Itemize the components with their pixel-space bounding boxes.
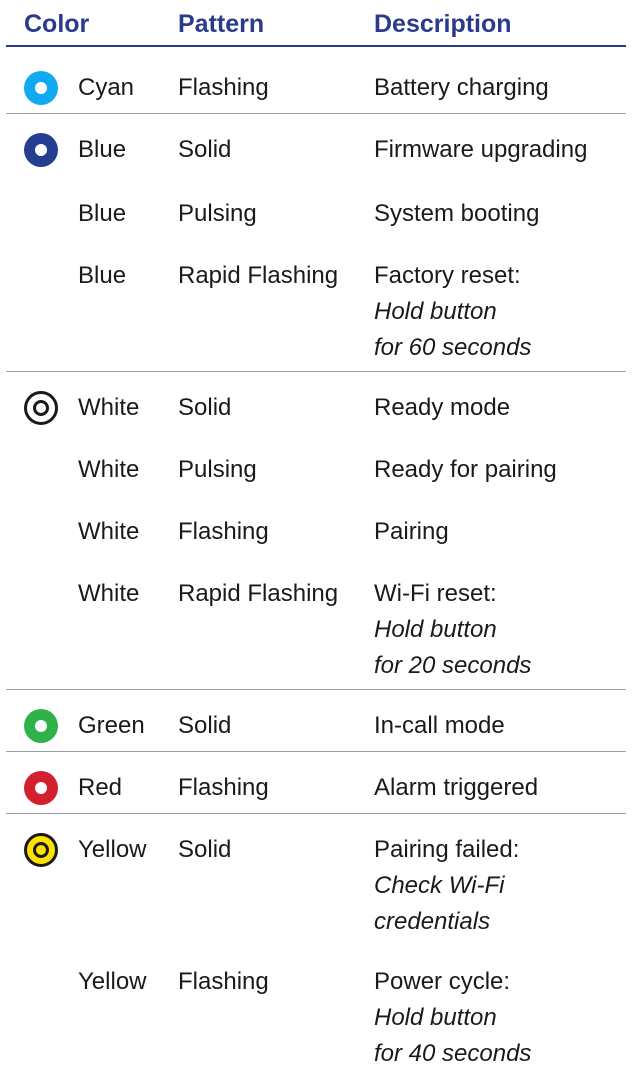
color-cell: Yellow (78, 836, 147, 863)
group-divider (6, 113, 626, 114)
color-cell: Blue (78, 200, 127, 227)
header-description: Description (374, 10, 512, 38)
description-note: for 40 seconds (374, 1040, 532, 1067)
header-underline (6, 45, 626, 47)
description-cell: Pairing (374, 514, 449, 550)
group-divider (6, 813, 626, 814)
white-led-icon (24, 391, 58, 425)
description-note: for 60 seconds (374, 334, 532, 361)
description-cell: Pairing failed: Check Wi-Fi credentials (374, 832, 519, 940)
color-cell: White (78, 580, 140, 607)
description-cell: Battery charging (374, 70, 549, 106)
pattern-cell: Rapid Flashing (178, 262, 339, 289)
pattern-cell: Pulsing (178, 456, 257, 483)
blue-led-icon (24, 133, 58, 167)
table-header: Color Pattern Description (0, 4, 637, 46)
description-text: System booting (374, 200, 540, 227)
header-color: Color (24, 10, 90, 38)
description-text: Power cycle: (374, 968, 511, 995)
color-cell: White (78, 456, 140, 483)
pattern-cell: Flashing (178, 518, 269, 545)
color-cell: Cyan (78, 74, 135, 101)
group-divider (6, 371, 626, 372)
description-note: Check Wi-Fi (374, 872, 505, 899)
pattern-cell: Solid (178, 136, 232, 163)
description-text: Battery charging (374, 74, 549, 101)
description-cell: Wi-Fi reset: Hold button for 20 seconds (374, 576, 531, 684)
description-cell: System booting (374, 196, 539, 232)
cyan-led-icon (24, 71, 58, 105)
description-cell: Ready mode (374, 390, 510, 426)
description-cell: Power cycle: Hold button for 40 seconds (374, 964, 531, 1072)
description-text: Ready mode (374, 394, 511, 421)
pattern-cell: Flashing (178, 774, 269, 801)
description-text: Firmware upgrading (374, 136, 588, 163)
pattern-cell: Solid (178, 712, 232, 739)
pattern-cell: Solid (178, 836, 232, 863)
group-divider (6, 689, 626, 690)
description-text: Pairing (374, 518, 449, 545)
description-cell: Firmware upgrading (374, 132, 587, 168)
red-led-icon (24, 771, 58, 805)
description-note: Hold button (374, 616, 497, 643)
pattern-cell: Flashing (178, 74, 269, 101)
yellow-led-icon (24, 833, 58, 867)
description-note: credentials (374, 908, 491, 935)
green-led-icon (24, 709, 58, 743)
description-text: Ready for pairing (374, 456, 557, 483)
color-cell: White (78, 394, 140, 421)
pattern-cell: Pulsing (178, 200, 257, 227)
pattern-cell: Flashing (178, 968, 269, 995)
pattern-cell: Rapid Flashing (178, 580, 339, 607)
pattern-cell: Solid (178, 394, 232, 421)
color-cell: Green (78, 712, 145, 739)
description-text: Alarm triggered (374, 774, 539, 801)
description-note: Hold button (374, 298, 497, 325)
description-cell: Factory reset: Hold button for 60 seconds (374, 258, 531, 366)
header-pattern: Pattern (178, 10, 265, 38)
description-cell: Alarm triggered (374, 770, 538, 806)
description-text: Pairing failed: (374, 836, 520, 863)
color-cell: Blue (78, 262, 127, 289)
description-cell: In-call mode (374, 708, 505, 744)
color-cell: Blue (78, 136, 127, 163)
description-text: Wi-Fi reset: (374, 580, 497, 607)
color-cell: Red (78, 774, 123, 801)
description-note: Hold button (374, 1004, 497, 1031)
group-divider (6, 751, 626, 752)
description-text: Factory reset: (374, 262, 521, 289)
description-cell: Ready for pairing (374, 452, 557, 488)
color-cell: White (78, 518, 140, 545)
description-note: for 20 seconds (374, 652, 532, 679)
color-cell: Yellow (78, 968, 147, 995)
description-text: In-call mode (374, 712, 505, 739)
